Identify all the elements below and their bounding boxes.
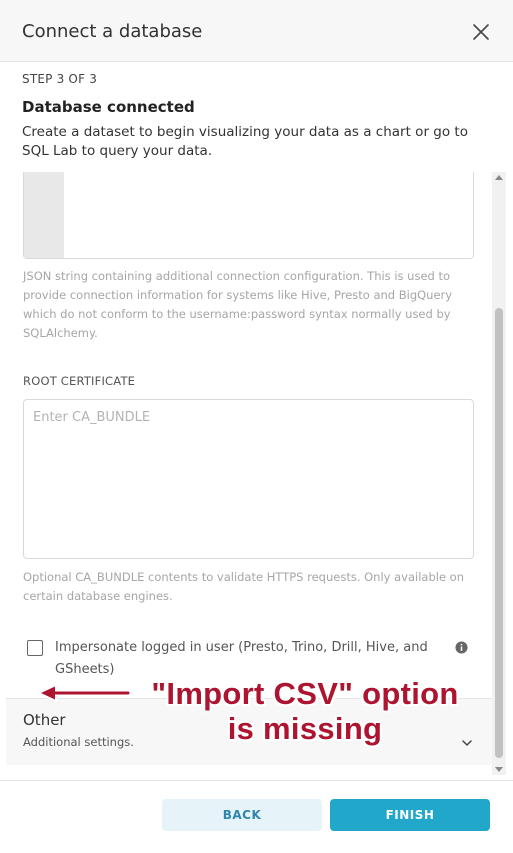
impersonate-label: Impersonate logged in user (Presto, Trin… [55, 640, 428, 677]
annotation-arrow-icon [38, 684, 130, 702]
modal-title: Connect a database [22, 21, 203, 42]
finish-button[interactable]: FINISH [330, 799, 490, 831]
modal-scrollbar[interactable] [492, 172, 506, 775]
root-certificate-input[interactable]: Enter CA_BUNDLE [23, 399, 474, 559]
modal-header: Connect a database [0, 0, 513, 62]
impersonate-checkbox[interactable] [27, 640, 43, 656]
close-icon [473, 24, 489, 40]
extra-json-editor[interactable] [23, 172, 474, 259]
scroll-up-arrow-icon[interactable] [495, 174, 503, 180]
connect-database-modal: Connect a database STEP 3 OF 3 Database … [0, 0, 513, 853]
extra-help-text: JSON string containing additional connec… [23, 269, 453, 340]
step-description: Create a dataset to begin visualizing yo… [22, 124, 468, 159]
editor-gutter [24, 172, 64, 258]
other-settings-subtitle: Additional settings. [23, 735, 134, 749]
info-icon[interactable] [455, 641, 468, 654]
other-settings-title: Other [23, 711, 66, 729]
modal-footer: BACK FINISH [0, 780, 513, 853]
step-header: STEP 3 OF 3 Database connected Create a … [6, 62, 492, 172]
scroll-down-arrow-icon[interactable] [495, 767, 503, 773]
scrollbar-thumb[interactable] [495, 308, 503, 758]
step-label: STEP 3 OF 3 [22, 72, 98, 86]
back-button[interactable]: BACK [162, 799, 322, 831]
step-title: Database connected [22, 98, 195, 116]
annotation-callout: "Import CSV" option is missing [151, 676, 459, 746]
root-certificate-placeholder: Enter CA_BUNDLE [33, 410, 151, 425]
root-certificate-help: Optional CA_BUNDLE contents to validate … [23, 570, 465, 603]
root-certificate-label: ROOT CERTIFICATE [23, 374, 136, 388]
close-button[interactable] [471, 22, 491, 42]
